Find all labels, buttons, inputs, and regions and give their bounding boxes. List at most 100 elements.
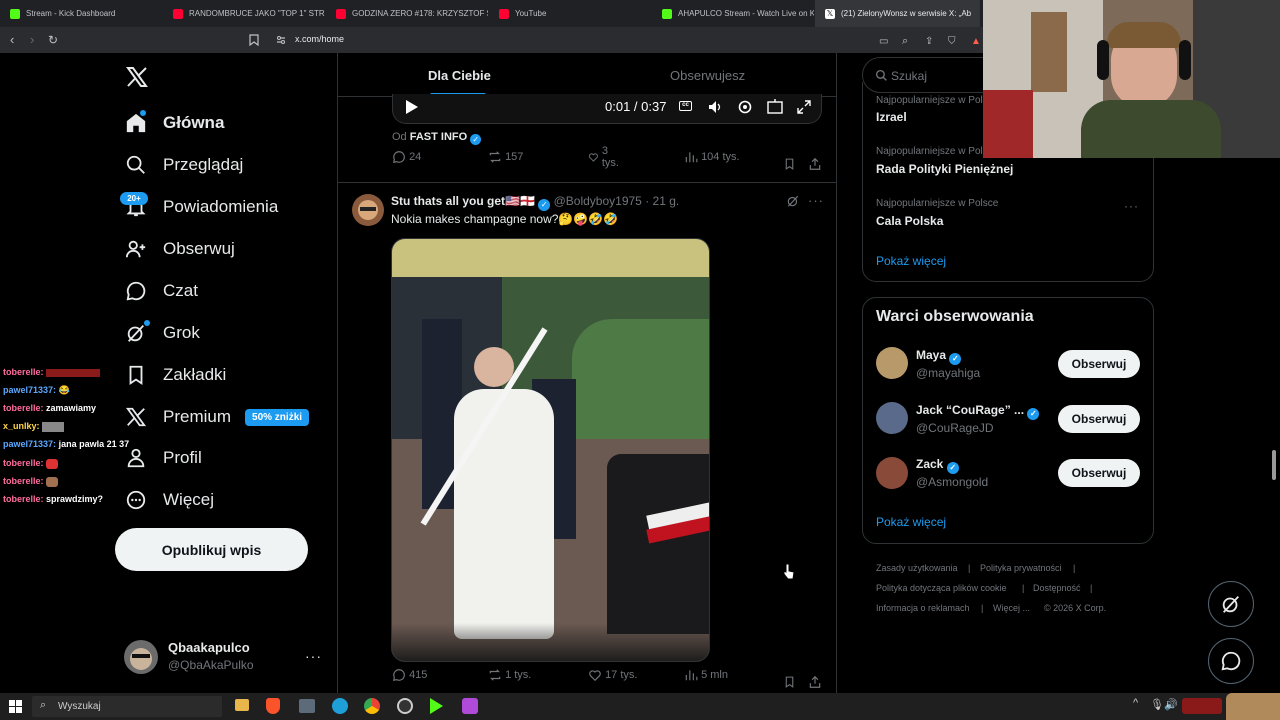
avatar[interactable] (876, 347, 908, 379)
avatar[interactable] (876, 457, 908, 489)
avatar[interactable] (124, 640, 158, 674)
nav-item-chat[interactable]: Czat (124, 276, 198, 306)
microphone-icon[interactable]: 🎙 (1150, 698, 1164, 711)
back-icon[interactable]: ‹ (10, 32, 14, 48)
trend-name[interactable]: Cala Polska (876, 214, 943, 228)
brave-shield-icon[interactable]: ⛉ (948, 34, 956, 50)
nav-item-bookmarks[interactable]: Zakładki (124, 360, 226, 390)
show-more-follow-link[interactable]: Pokaż więcej (876, 515, 946, 529)
chat-message: jana pawla 21 37 (58, 439, 130, 449)
grok-icon[interactable] (786, 194, 800, 208)
post-button[interactable]: Opublikuj wpis (115, 528, 308, 571)
share-icon[interactable] (808, 157, 822, 171)
user-name[interactable]: Zack ✓ (916, 457, 959, 474)
share-icon[interactable]: ⇪ (925, 34, 933, 50)
chrome-icon[interactable] (364, 698, 380, 714)
nav-item-profile[interactable]: Profil (124, 443, 202, 473)
like-button[interactable]: 3 tys. (588, 145, 622, 169)
browser-tab[interactable]: AHAPULCO Stream - Watch Live on K (652, 0, 814, 27)
x-logo-icon[interactable] (125, 65, 149, 89)
video-player[interactable]: 0:01 / 0:37 cc (392, 94, 822, 124)
bookmark-icon[interactable] (783, 675, 796, 689)
tweet-more-icon[interactable]: ··· (808, 193, 824, 208)
tab-following[interactable]: Obserwujesz (670, 68, 745, 83)
app-icon[interactable] (299, 699, 315, 713)
footer-link[interactable]: Polityka prywatności (980, 563, 1062, 573)
repost-button[interactable]: 157 (488, 150, 523, 164)
trend-name[interactable]: Izrael (876, 110, 907, 124)
repost-button[interactable]: 1 tys. (488, 668, 531, 682)
tab-for-you[interactable]: Dla Ciebie (428, 68, 491, 83)
nav-item-grok[interactable]: Grok (124, 318, 200, 348)
speaker-icon[interactable]: 🔊 (1164, 698, 1178, 711)
footer-link[interactable]: Dostępność (1033, 583, 1081, 593)
brave-icon[interactable] (266, 698, 280, 714)
obs-icon[interactable] (397, 698, 413, 714)
follow-button[interactable]: Obserwuj (1058, 405, 1140, 433)
views-button[interactable]: 5 mln (684, 668, 728, 682)
windows-start-icon[interactable] (9, 700, 22, 713)
nav-item-explore[interactable]: Przeglądaj (124, 150, 243, 180)
user-name[interactable]: Jack “CouRage” ... ✓ (916, 403, 1040, 420)
app-icon[interactable] (462, 698, 478, 714)
volume-icon[interactable] (707, 99, 723, 115)
browser-tab[interactable]: GODZINA ZERO #178: KRZYSZTOF S (326, 0, 488, 27)
bookmark-icon[interactable] (783, 157, 796, 171)
zoom-icon[interactable]: ⌕ (902, 33, 908, 49)
captions-icon[interactable]: cc (679, 101, 692, 111)
tray-app-icon[interactable] (1182, 698, 1222, 714)
reply-button[interactable]: 24 (392, 150, 421, 164)
rewards-icon[interactable]: ▲ (971, 34, 981, 50)
edge-icon[interactable] (332, 698, 348, 714)
avatar[interactable] (352, 194, 384, 226)
reload-icon[interactable]: ↻ (48, 32, 58, 48)
chat-user: toberelle: (3, 476, 44, 486)
bookmark-page-icon[interactable] (249, 34, 259, 46)
user-name[interactable]: Maya ✓ (916, 348, 962, 365)
grok-floating-button[interactable] (1208, 581, 1254, 627)
tweet-media[interactable] (391, 238, 710, 662)
show-more-trends-link[interactable]: Pokaż więcej (876, 254, 946, 268)
footer-link[interactable]: Więcej ... (993, 603, 1030, 613)
reply-count: 415 (409, 669, 428, 681)
nav-item-more[interactable]: Więcej (124, 485, 214, 515)
avatar[interactable] (876, 402, 908, 434)
footer-link[interactable]: Polityka dotycząca plików cookie (876, 583, 1007, 593)
play-icon[interactable] (405, 99, 419, 115)
fullscreen-icon[interactable] (796, 99, 812, 115)
follow-button[interactable]: Obserwuj (1058, 459, 1140, 487)
trend-more-icon[interactable]: ··· (1124, 199, 1139, 213)
forward-icon[interactable]: › (30, 32, 34, 48)
cast-icon[interactable]: ▭ (879, 34, 888, 50)
repost-icon (489, 669, 501, 681)
follow-button[interactable]: Obserwuj (1058, 350, 1140, 378)
nav-item-follow[interactable]: Obserwuj (124, 234, 235, 264)
browser-tab[interactable]: YouTube (489, 0, 651, 27)
kick-icon[interactable] (430, 698, 443, 714)
scrollbar-thumb[interactable] (1272, 450, 1276, 480)
url-field[interactable]: x.com/home (295, 34, 344, 44)
picture-in-picture-icon[interactable] (767, 99, 783, 115)
reply-button[interactable]: 415 (392, 668, 427, 682)
tray-chevron-icon[interactable]: ^ (1133, 697, 1138, 709)
tweet-time[interactable]: · 21 g. (645, 194, 679, 208)
browser-tab-active[interactable]: 𝕏 (21) ZielonyWonsz w serwisie X: „Ab (815, 0, 980, 27)
nav-item-premium[interactable]: Premium 50% zniżki (124, 402, 310, 432)
footer-link[interactable]: Zasady użytkowania (876, 563, 958, 573)
browser-tab[interactable]: Stream - Kick Dashboard (0, 0, 162, 27)
messages-floating-button[interactable] (1208, 638, 1254, 684)
taskbar-search[interactable]: ⌕ Wyszukaj (32, 696, 222, 717)
tweet-author-name[interactable]: Stu thats all you get🇺🇸🏴󠁧󠁢󠁥󠁮󠁧󠁿 (391, 194, 535, 208)
browser-tab[interactable]: RANDOMBRUCE JAKO "TOP 1" STR (163, 0, 325, 27)
site-settings-icon[interactable] (276, 35, 286, 45)
like-button[interactable]: 17 tys. (588, 668, 637, 682)
footer-link[interactable]: Informacja o reklamach (876, 603, 970, 613)
share-icon[interactable] (808, 675, 822, 689)
tweet-author-handle[interactable]: @Boldyboy1975 (554, 194, 642, 208)
account-menu-icon[interactable]: ··· (305, 648, 322, 664)
settings-icon[interactable] (737, 99, 753, 115)
trend-name[interactable]: Rada Polityki Pieniężnej (876, 162, 1013, 176)
file-explorer-icon[interactable] (235, 699, 249, 711)
views-button[interactable]: 104 tys. (684, 150, 740, 164)
source-link[interactable]: FAST INFO (410, 131, 467, 143)
